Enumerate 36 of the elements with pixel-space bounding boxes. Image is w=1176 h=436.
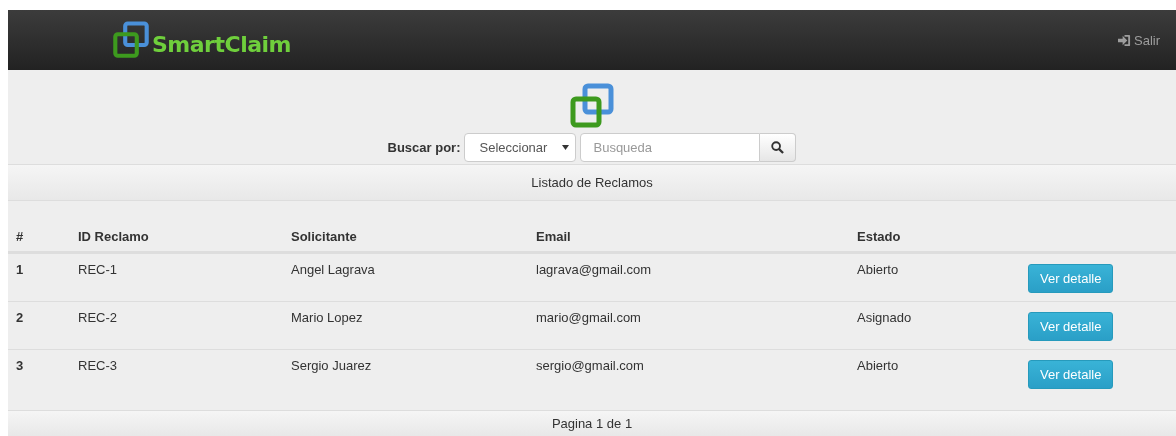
- search-field[interactable]: Busqueda: [580, 133, 761, 162]
- table-cell: lagrava@gmail.com: [528, 253, 849, 301]
- search-select[interactable]: Seleccionar: [464, 133, 577, 162]
- table-cell: Asignado: [849, 301, 1020, 349]
- search-icon: [771, 141, 785, 154]
- row-number: 2: [8, 301, 70, 349]
- table-cell: Mario Lopez: [283, 301, 528, 349]
- sign-in-icon: [1118, 33, 1131, 47]
- panel-title: Listado de Reclamos: [531, 175, 653, 190]
- table-cell: REC-3: [70, 349, 283, 397]
- logo-icon: [569, 83, 615, 129]
- column-header: #: [8, 223, 70, 253]
- column-header: Estado: [849, 223, 1020, 253]
- logo-icon: [112, 21, 150, 59]
- column-header: Solicitante: [283, 223, 528, 253]
- table-cell: Abierto: [849, 253, 1020, 301]
- column-header: Email: [528, 223, 849, 253]
- table-cell: Sergio Juarez: [283, 349, 528, 397]
- column-header: ID Reclamo: [70, 223, 283, 253]
- table-cell: sergio@gmail.com: [528, 349, 849, 397]
- row-number: 1: [8, 253, 70, 301]
- detail-button[interactable]: Ver detalle: [1028, 312, 1114, 341]
- brand-name: SmartClaim: [152, 31, 291, 57]
- table-cell: mario@gmail.com: [528, 301, 849, 349]
- table-cell: Angel Lagrava: [283, 253, 528, 301]
- table-cell: REC-1: [70, 253, 283, 301]
- detail-button[interactable]: Ver detalle: [1028, 264, 1114, 293]
- search-button[interactable]: [760, 133, 797, 162]
- search-label: Buscar por:: [387, 140, 461, 155]
- pagination-text: Pagina 1 de 1: [551, 416, 633, 431]
- row-number: 3: [8, 349, 70, 397]
- table-cell: Abierto: [849, 349, 1020, 397]
- caret-icon: [562, 145, 570, 150]
- logout-link[interactable]: Salir: [1118, 32, 1160, 48]
- table-cell: REC-2: [70, 301, 283, 349]
- detail-button[interactable]: Ver detalle: [1028, 360, 1114, 389]
